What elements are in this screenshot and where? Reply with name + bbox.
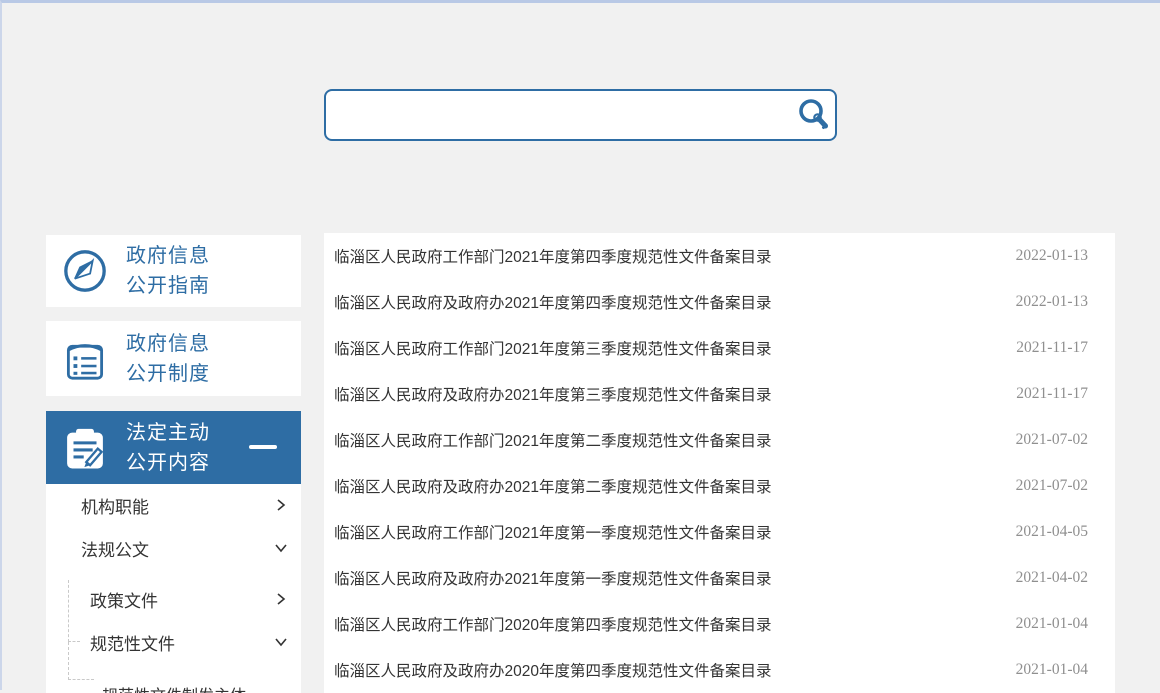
nav-label-line2: 公开制度 <box>126 359 210 389</box>
document-title-link[interactable]: 临淄区人民政府工作部门2020年度第四季度规范性文件备案目录 <box>334 613 771 635</box>
document-title-link[interactable]: 临淄区人民政府及政府办2020年度第四季度规范性文件备案目录 <box>334 659 771 681</box>
sidebar-submenu: 机构职能 法规公文 政策文件 规范性文件 规范性文件制发主体 <box>46 484 301 693</box>
nav-label-line1: 政府信息 <box>126 329 210 359</box>
sidebar-item-statutory-disclosure[interactable]: 法定主动 公开内容 <box>46 411 301 485</box>
chevron-down-icon <box>273 540 289 556</box>
document-date: 2022-01-13 <box>1016 293 1088 311</box>
search-button[interactable] <box>791 91 835 139</box>
nav-label-line2: 公开内容 <box>126 448 210 478</box>
document-title-link[interactable]: 临淄区人民政府及政府办2021年度第一季度规范性文件备案目录 <box>334 567 771 589</box>
chevron-right-icon <box>273 497 289 513</box>
clipboard-pencil-icon <box>62 425 108 471</box>
sidebar-item-normative-documents[interactable]: 规范性文件 <box>46 621 301 664</box>
list-item[interactable]: 临淄区人民政府工作部门2020年度第四季度规范性文件备案目录 2021-01-0… <box>324 601 1115 647</box>
chevron-right-icon <box>273 591 289 607</box>
search-bar <box>324 89 837 141</box>
list-item[interactable]: 临淄区人民政府及政府办2021年度第四季度规范性文件备案目录 2022-01-1… <box>324 279 1115 325</box>
gov-info-disclosure-page: { "page": { "title": "政府信息公开", "colors":… <box>0 0 1160 690</box>
menu-item-label: 政策文件 <box>90 587 158 612</box>
document-title-link[interactable]: 临淄区人民政府及政府办2021年度第四季度规范性文件备案目录 <box>334 291 771 313</box>
document-date: 2021-07-02 <box>1016 477 1088 495</box>
sidebar-item-open-guide[interactable]: 政府信息 公开指南 <box>46 235 301 307</box>
list-item[interactable]: 临淄区人民政府工作部门2021年度第二季度规范性文件备案目录 2021-07-0… <box>324 417 1115 463</box>
document-title-link[interactable]: 临淄区人民政府工作部门2021年度第四季度规范性文件备案目录 <box>334 245 771 267</box>
document-date: 2021-01-04 <box>1016 615 1088 633</box>
menu-item-label: 规范性文件 <box>90 630 175 655</box>
nav-label-line1: 政府信息 <box>126 241 210 271</box>
list-item[interactable]: 临淄区人民政府及政府办2020年度第四季度规范性文件备案目录 2021-01-0… <box>324 647 1115 693</box>
sidebar-item-org-functions[interactable]: 机构职能 <box>46 484 301 527</box>
list-item[interactable]: 临淄区人民政府及政府办2021年度第三季度规范性文件备案目录 2021-11-1… <box>324 371 1115 417</box>
sidebar-item-laws-documents[interactable]: 法规公文 <box>46 527 301 570</box>
list-item[interactable]: 临淄区人民政府工作部门2021年度第三季度规范性文件备案目录 2021-11-1… <box>324 325 1115 371</box>
document-date: 2021-11-17 <box>1016 339 1088 357</box>
menu-item-label: 机构职能 <box>81 493 149 518</box>
document-title-link[interactable]: 临淄区人民政府工作部门2021年度第三季度规范性文件备案目录 <box>334 337 771 359</box>
sidebar-item-open-system[interactable]: 政府信息 公开制度 <box>46 321 301 396</box>
document-list: 临淄区人民政府工作部门2021年度第四季度规范性文件备案目录 2022-01-1… <box>324 233 1115 693</box>
book-icon <box>62 336 108 382</box>
chevron-down-icon <box>273 634 289 650</box>
document-date: 2021-01-04 <box>1016 661 1088 679</box>
menu-item-label: 规范性文件制发主体 <box>102 682 246 693</box>
list-item[interactable]: 临淄区人民政府工作部门2021年度第一季度规范性文件备案目录 2021-04-0… <box>324 509 1115 555</box>
nav-label-line1: 法定主动 <box>126 418 210 448</box>
document-date: 2021-04-05 <box>1016 523 1088 541</box>
document-date: 2021-04-02 <box>1016 569 1088 587</box>
document-date: 2022-01-13 <box>1016 247 1088 265</box>
minus-icon <box>249 443 277 451</box>
document-title-link[interactable]: 临淄区人民政府及政府办2021年度第二季度规范性文件备案目录 <box>334 475 771 497</box>
sidebar: 政府信息 公开指南 政府信息 公开制度 <box>46 235 301 485</box>
nav-label-line2: 公开指南 <box>126 271 210 301</box>
search-icon <box>796 98 830 132</box>
document-title-link[interactable]: 临淄区人民政府工作部门2021年度第二季度规范性文件备案目录 <box>334 429 771 451</box>
sidebar-item-policy-documents[interactable]: 政策文件 <box>46 578 301 621</box>
document-date: 2021-11-17 <box>1016 385 1088 403</box>
document-title-link[interactable]: 临淄区人民政府及政府办2021年度第三季度规范性文件备案目录 <box>334 383 771 405</box>
menu-item-label: 法规公文 <box>81 536 149 561</box>
document-list-panel: 临淄区人民政府工作部门2021年度第四季度规范性文件备案目录 2022-01-1… <box>324 233 1115 693</box>
compass-icon <box>62 248 108 294</box>
list-item[interactable]: 临淄区人民政府及政府办2021年度第一季度规范性文件备案目录 2021-04-0… <box>324 555 1115 601</box>
search-input[interactable] <box>326 91 791 139</box>
document-date: 2021-07-02 <box>1016 431 1088 449</box>
list-item[interactable]: 临淄区人民政府及政府办2021年度第二季度规范性文件备案目录 2021-07-0… <box>324 463 1115 509</box>
document-title-link[interactable]: 临淄区人民政府工作部门2021年度第一季度规范性文件备案目录 <box>334 521 771 543</box>
list-item[interactable]: 临淄区人民政府工作部门2021年度第四季度规范性文件备案目录 2022-01-1… <box>324 233 1115 279</box>
